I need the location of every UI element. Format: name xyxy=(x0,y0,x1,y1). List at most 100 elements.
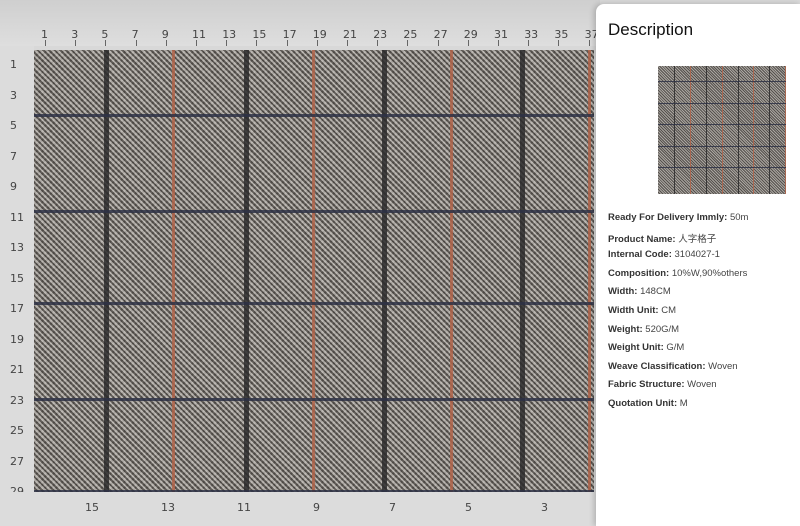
spec-row: Width: 148CM xyxy=(608,286,671,297)
fabric-stripe-dark xyxy=(706,66,708,194)
spec-row: Internal Code: 3104027-1 xyxy=(608,249,720,260)
bottom-ruler: 15 13 11 9 7 5 3 xyxy=(0,492,600,526)
spec-value: 10%W,90%others xyxy=(669,267,748,279)
ruler-left-label: 23 xyxy=(10,393,24,407)
ruler-bottom-label: 3 xyxy=(541,501,548,514)
ruler-top-label: 27 xyxy=(433,28,448,41)
spec-key: Quotation Unit: xyxy=(608,398,678,409)
ruler-top-label: 29 xyxy=(463,28,478,41)
panel-title: Description xyxy=(608,20,694,39)
ruler-tick xyxy=(588,40,590,46)
ruler-tick xyxy=(558,40,560,46)
ruler-left-label: 13 xyxy=(10,241,24,254)
fabric-stripe-navy xyxy=(658,123,786,125)
fabric-thumbnail[interactable] xyxy=(658,66,786,194)
spec-value: M xyxy=(677,398,688,409)
ruler-tick xyxy=(347,40,348,46)
ruler-bottom-label: 5 xyxy=(465,501,472,514)
ruler-top-label: 17 xyxy=(282,28,297,41)
ruler-left-label: 9 xyxy=(10,180,17,193)
spec-value: 148CM xyxy=(637,286,671,298)
ruler-tick xyxy=(196,40,197,46)
spec-value: 50m xyxy=(727,212,749,223)
fabric-stripe-navy xyxy=(658,102,786,104)
ruler-bottom-label: 13 xyxy=(161,501,175,514)
spec-value: 人字格子 xyxy=(675,233,717,245)
ruler-tick xyxy=(407,40,409,46)
spec-row: Quotation Unit: M xyxy=(608,398,688,409)
spec-value: CM xyxy=(658,305,676,316)
ruler-left-label: 15 xyxy=(10,271,24,285)
ruler-tick xyxy=(226,40,228,46)
spec-row: Product Name: 人字格子 xyxy=(608,231,716,245)
ruler-tick xyxy=(316,40,318,46)
spec-row: Weight Unit: G/M xyxy=(608,342,684,353)
ruler-tick xyxy=(105,40,107,46)
spec-value: 520G/M xyxy=(642,323,680,335)
fabric-stripe-navy xyxy=(658,80,786,82)
fabric-stripe-navy xyxy=(658,166,786,168)
fabric-stripe-dark xyxy=(674,66,676,194)
ruler-tick xyxy=(528,40,530,46)
ruler-tick xyxy=(256,40,258,46)
ruler-top-label: 23 xyxy=(373,28,388,41)
ruler-top-label: 35 xyxy=(554,28,569,41)
fabric-stripe-navy xyxy=(34,302,594,305)
spec-value: G/M xyxy=(663,342,685,354)
left-ruler: 1357911131517192123252729 xyxy=(0,46,34,498)
ruler-top-label: 33 xyxy=(524,28,539,41)
spec-value: 3104027-1 xyxy=(671,249,720,261)
ruler-tick xyxy=(45,40,46,46)
spec-row: Fabric Structure: Woven xyxy=(608,379,717,390)
ruler-left-label: 21 xyxy=(10,363,24,376)
ruler-left-label: 25 xyxy=(10,424,24,437)
spec-key: Product Name: xyxy=(608,233,676,245)
spec-key: Fabric Structure: xyxy=(608,379,685,391)
spec-key: Width Unit: xyxy=(608,305,659,316)
spec-key: Internal Code: xyxy=(608,249,672,261)
ruler-bottom-label: 7 xyxy=(389,501,396,514)
ruler-top-label: 21 xyxy=(343,28,357,41)
fabric-stripe-navy xyxy=(34,490,594,492)
spec-key: Weave Classification: xyxy=(608,360,706,372)
fabric-stripe-navy xyxy=(34,114,594,117)
fabric-image[interactable] xyxy=(34,50,594,492)
fabric-stripe-rust xyxy=(689,66,691,194)
ruler-left-label: 11 xyxy=(10,210,24,224)
spec-key: Weight Unit: xyxy=(608,342,664,354)
spec-row: Width Unit: CM xyxy=(608,305,676,316)
ruler-bottom-label: 11 xyxy=(237,501,251,514)
spec-value: Woven xyxy=(705,360,738,372)
spec-value: Woven xyxy=(684,379,717,391)
ruler-left-label: 5 xyxy=(10,119,17,132)
spec-row: Composition: 10%W,90%others xyxy=(608,268,747,279)
fabric-stripe-dark xyxy=(737,66,739,194)
fabric-stripe-navy xyxy=(34,210,594,213)
fabric-stripe-rust xyxy=(784,66,786,194)
fabric-stripe-rust xyxy=(721,66,723,194)
ruler-tick xyxy=(467,40,469,46)
fabric-stripe-dark xyxy=(769,66,771,194)
top-ruler: 1 3 5 7 9 11 13 15 17 19 21 23 25 27 29 31 33 35 37 xyxy=(0,0,600,46)
spec-row: Weave Classification: Woven xyxy=(608,361,738,372)
fabric-stripe-rust xyxy=(753,66,755,194)
ruler-top-label: 11 xyxy=(192,28,206,41)
ruler-tick xyxy=(437,40,439,46)
ruler-left-label: 27 xyxy=(10,454,24,468)
ruler-tick xyxy=(165,40,167,46)
ruler-top-label: 19 xyxy=(312,28,327,41)
spec-row: Weight: 520G/M xyxy=(608,324,679,335)
ruler-bottom-label: 15 xyxy=(85,501,99,514)
ruler-tick xyxy=(377,40,379,46)
ruler-top-label: 25 xyxy=(403,28,418,41)
spec-row: Ready For Delivery Immly: 50m xyxy=(608,212,748,223)
spec-key: Weight: xyxy=(608,323,643,335)
fabric-stripe-navy xyxy=(658,145,786,147)
ruler-tick xyxy=(75,40,77,46)
spec-key: Ready For Delivery Immly: xyxy=(608,212,728,223)
spec-key: Composition: xyxy=(608,267,670,279)
ruler-top-label: 13 xyxy=(222,28,237,41)
description-panel: Description Ready For Delivery Immly: 50… xyxy=(596,4,800,526)
ruler-left-label: 3 xyxy=(10,88,17,102)
fabric-stripe-navy xyxy=(34,398,594,401)
